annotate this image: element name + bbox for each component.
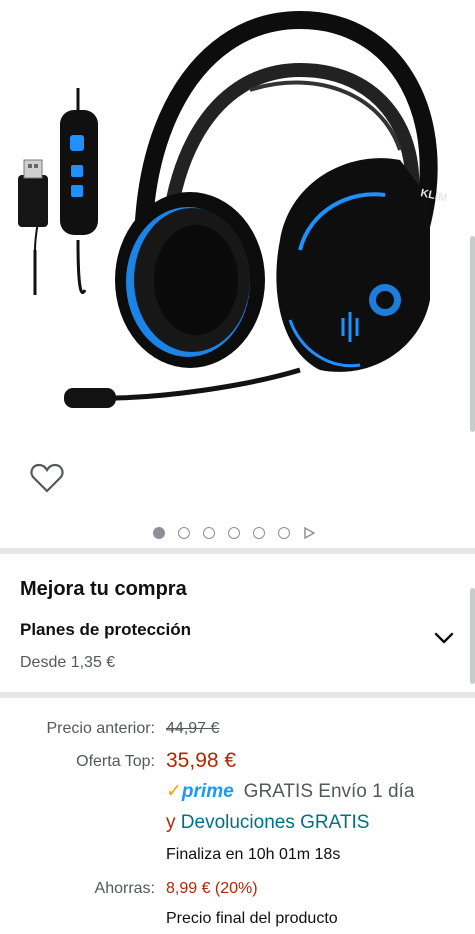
free-returns-link[interactable]: Devoluciones GRATIS bbox=[181, 812, 370, 833]
carousel-dot-6[interactable] bbox=[278, 527, 290, 539]
protection-plans-title[interactable]: Planes de protección bbox=[20, 620, 191, 640]
carousel-dot-4[interactable] bbox=[228, 527, 240, 539]
carousel-dot-3[interactable] bbox=[203, 527, 215, 539]
final-price-note: Precio final del producto bbox=[166, 910, 338, 927]
previous-price-label: Precio anterior: bbox=[46, 720, 156, 737]
upgrade-title: Mejora tu compra bbox=[20, 578, 187, 600]
returns-prefix: y bbox=[166, 812, 176, 833]
carousel-dot-5[interactable] bbox=[253, 527, 265, 539]
wishlist-heart-icon[interactable] bbox=[30, 462, 64, 494]
section-divider bbox=[0, 548, 475, 554]
savings-label: Ahorras: bbox=[94, 880, 155, 897]
product-image[interactable]: KLIM bbox=[0, 0, 475, 440]
deal-countdown: Finaliza en 10h 01m 18s bbox=[166, 846, 341, 863]
free-shipping-text: GRATIS Envío 1 día bbox=[243, 781, 415, 802]
upgrade-section: Mejora tu compra Planes de protección De… bbox=[0, 556, 475, 692]
image-carousel-dots[interactable] bbox=[153, 527, 315, 539]
video-play-icon[interactable] bbox=[303, 527, 315, 539]
previous-price-value: 44,97 € bbox=[166, 720, 220, 737]
microphone-tip bbox=[64, 388, 116, 408]
prime-shipping-row: ✓ prime GRATIS Envío 1 día bbox=[166, 780, 414, 803]
protection-plans-price: Desde 1,35 € bbox=[20, 654, 116, 671]
section-divider bbox=[0, 692, 475, 698]
carousel-dot-2[interactable] bbox=[178, 527, 190, 539]
savings-value: 8,99 € (20%) bbox=[166, 880, 258, 897]
scroll-indicator bbox=[470, 236, 475, 432]
prime-check-icon: ✓ bbox=[166, 781, 182, 802]
scroll-indicator bbox=[470, 588, 475, 684]
offer-price: 35,98 € bbox=[166, 749, 237, 772]
headset-illustration: KLIM bbox=[18, 10, 448, 408]
carousel-dot-1[interactable] bbox=[153, 527, 165, 539]
pricing-section: Precio anterior: 44,97 € Oferta Top: 35,… bbox=[0, 700, 475, 934]
usb-plug bbox=[18, 175, 48, 227]
returns-row: y Devoluciones GRATIS bbox=[166, 812, 369, 834]
offer-label: Oferta Top: bbox=[76, 753, 155, 770]
prime-logo: prime bbox=[181, 781, 234, 802]
chevron-down-icon[interactable] bbox=[433, 630, 455, 646]
